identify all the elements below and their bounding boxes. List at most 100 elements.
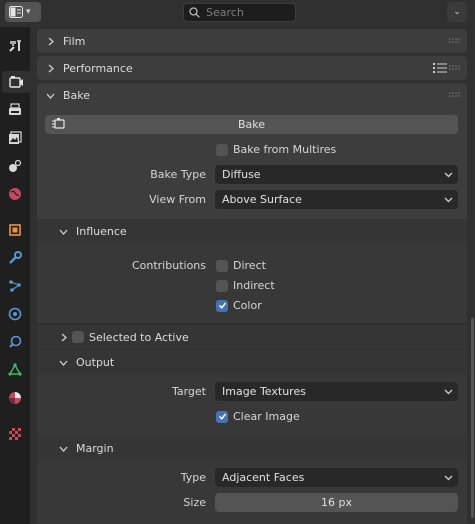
target-label: Target xyxy=(171,385,206,398)
scrollbar[interactable] xyxy=(471,318,474,518)
drag-handle-icon[interactable] xyxy=(449,38,461,44)
checkbox-label: Bake from Multires xyxy=(233,143,337,156)
tab-tool[interactable] xyxy=(4,35,26,57)
options-dropdown[interactable]: ⌄ xyxy=(447,2,467,22)
search-icon xyxy=(189,7,200,18)
drag-handle-icon[interactable] xyxy=(449,92,461,98)
subpanel-title: Influence xyxy=(76,224,127,238)
target-dropdown[interactable]: Image Textures xyxy=(215,382,458,401)
view-from-label: View From xyxy=(149,193,206,206)
tab-render[interactable] xyxy=(2,71,30,93)
editor-type-dropdown[interactable]: ▾ xyxy=(5,2,41,22)
chevron-down-icon xyxy=(444,197,453,203)
checkbox-label: Direct xyxy=(233,259,266,272)
tab-constraints[interactable] xyxy=(4,331,26,353)
checkbox-box[interactable] xyxy=(216,143,228,156)
properties-editor-icon xyxy=(9,6,23,18)
dropdown-value: Adjacent Faces xyxy=(222,471,305,484)
tool-icon xyxy=(9,40,21,52)
physics-icon xyxy=(8,307,22,321)
tab-output[interactable] xyxy=(4,99,26,121)
tab-world[interactable] xyxy=(4,183,26,205)
checkbox-box[interactable] xyxy=(216,410,228,423)
field-value: 16 px xyxy=(321,496,352,509)
indirect-checkbox[interactable]: Indirect xyxy=(216,276,275,295)
direct-checkbox[interactable]: Direct xyxy=(216,256,266,275)
checkbox-box[interactable] xyxy=(216,259,228,272)
tab-physics[interactable] xyxy=(4,303,26,325)
panel-bake[interactable]: Bake xyxy=(37,83,467,107)
dropdown-value: Image Textures xyxy=(222,385,306,398)
chevron-down-icon xyxy=(59,446,68,452)
world-icon xyxy=(9,188,21,200)
tab-particles[interactable] xyxy=(4,275,26,297)
margin-type-label: Type xyxy=(180,471,206,484)
dropdown-value: Diffuse xyxy=(222,168,261,181)
checkbox-box[interactable] xyxy=(216,279,228,292)
render-bake-icon xyxy=(52,118,65,129)
tab-object[interactable] xyxy=(4,219,26,241)
tab-data[interactable] xyxy=(4,359,26,381)
chevron-right-icon xyxy=(61,333,67,341)
chevron-right-icon xyxy=(48,64,54,72)
tab-modifiers[interactable] xyxy=(4,247,26,269)
panel-title: Film xyxy=(63,34,86,48)
panel-title: Performance xyxy=(63,61,133,75)
view-from-dropdown[interactable]: Above Surface xyxy=(215,190,458,209)
panel-performance[interactable]: Performance xyxy=(37,56,467,80)
panel-film[interactable]: Film xyxy=(37,29,467,53)
presets-list-icon[interactable] xyxy=(433,62,447,74)
subpanel-influence[interactable]: Influence xyxy=(37,219,467,243)
bake-button-label: Bake xyxy=(237,118,266,131)
chevron-down-icon xyxy=(444,475,453,481)
texture-icon xyxy=(9,428,21,440)
properties-tabs xyxy=(0,27,30,524)
bake-type-label: Bake Type xyxy=(150,168,206,181)
constraints-icon xyxy=(9,335,22,348)
subpanel-selected-to-active[interactable]: Selected to Active xyxy=(37,325,467,349)
bake-button[interactable]: Bake xyxy=(45,115,458,134)
selected-to-active-checkbox[interactable] xyxy=(72,331,84,343)
checkbox-label: Color xyxy=(233,299,262,312)
object-icon xyxy=(9,224,21,236)
bake-type-dropdown[interactable]: Diffuse xyxy=(215,165,458,184)
subpanel-title: Selected to Active xyxy=(89,330,189,344)
contributions-label: Contributions xyxy=(131,259,206,272)
chevron-down-icon xyxy=(59,229,68,235)
dropdown-value: Above Surface xyxy=(222,193,302,206)
subpanel-title: Output xyxy=(76,355,115,369)
tab-scene[interactable] xyxy=(4,155,26,177)
view-layer-icon xyxy=(9,131,22,144)
chevron-down-icon xyxy=(59,360,68,366)
modifier-icon xyxy=(9,251,22,264)
output-icon xyxy=(9,103,21,115)
tab-texture[interactable] xyxy=(4,423,26,445)
subpanel-margin[interactable]: Margin xyxy=(37,436,467,460)
drag-handle-icon[interactable] xyxy=(449,65,461,71)
properties-content: Film Performance Bake Bake Bake from Mul… xyxy=(30,27,475,524)
tab-material[interactable] xyxy=(4,387,26,409)
data-icon xyxy=(8,363,22,376)
checkbox-label: Clear Image xyxy=(233,410,300,423)
checkmark-icon xyxy=(218,302,226,309)
chevron-down-icon xyxy=(444,389,453,395)
subpanel-output[interactable]: Output xyxy=(37,350,467,374)
chevron-down-icon: ▾ xyxy=(26,7,31,17)
search-input[interactable]: Search xyxy=(183,3,296,22)
scene-icon xyxy=(9,159,22,172)
checkbox-box[interactable] xyxy=(216,299,228,312)
panel-title: Bake xyxy=(63,88,91,102)
checkmark-icon xyxy=(218,413,226,420)
clear-image-checkbox[interactable]: Clear Image xyxy=(216,407,300,426)
bake-from-multires-checkbox[interactable]: Bake from Multires xyxy=(216,140,336,159)
tab-view-layer[interactable] xyxy=(4,127,26,149)
color-checkbox[interactable]: Color xyxy=(216,296,262,315)
render-icon xyxy=(9,76,23,88)
properties-header: ▾ Search ⌄ xyxy=(0,0,475,24)
particles-icon xyxy=(9,280,21,292)
search-placeholder: Search xyxy=(206,6,244,19)
margin-type-dropdown[interactable]: Adjacent Faces xyxy=(215,468,458,487)
margin-size-label: Size xyxy=(183,496,206,509)
chevron-down-icon xyxy=(46,93,55,99)
margin-size-field[interactable]: 16 px xyxy=(215,493,458,512)
